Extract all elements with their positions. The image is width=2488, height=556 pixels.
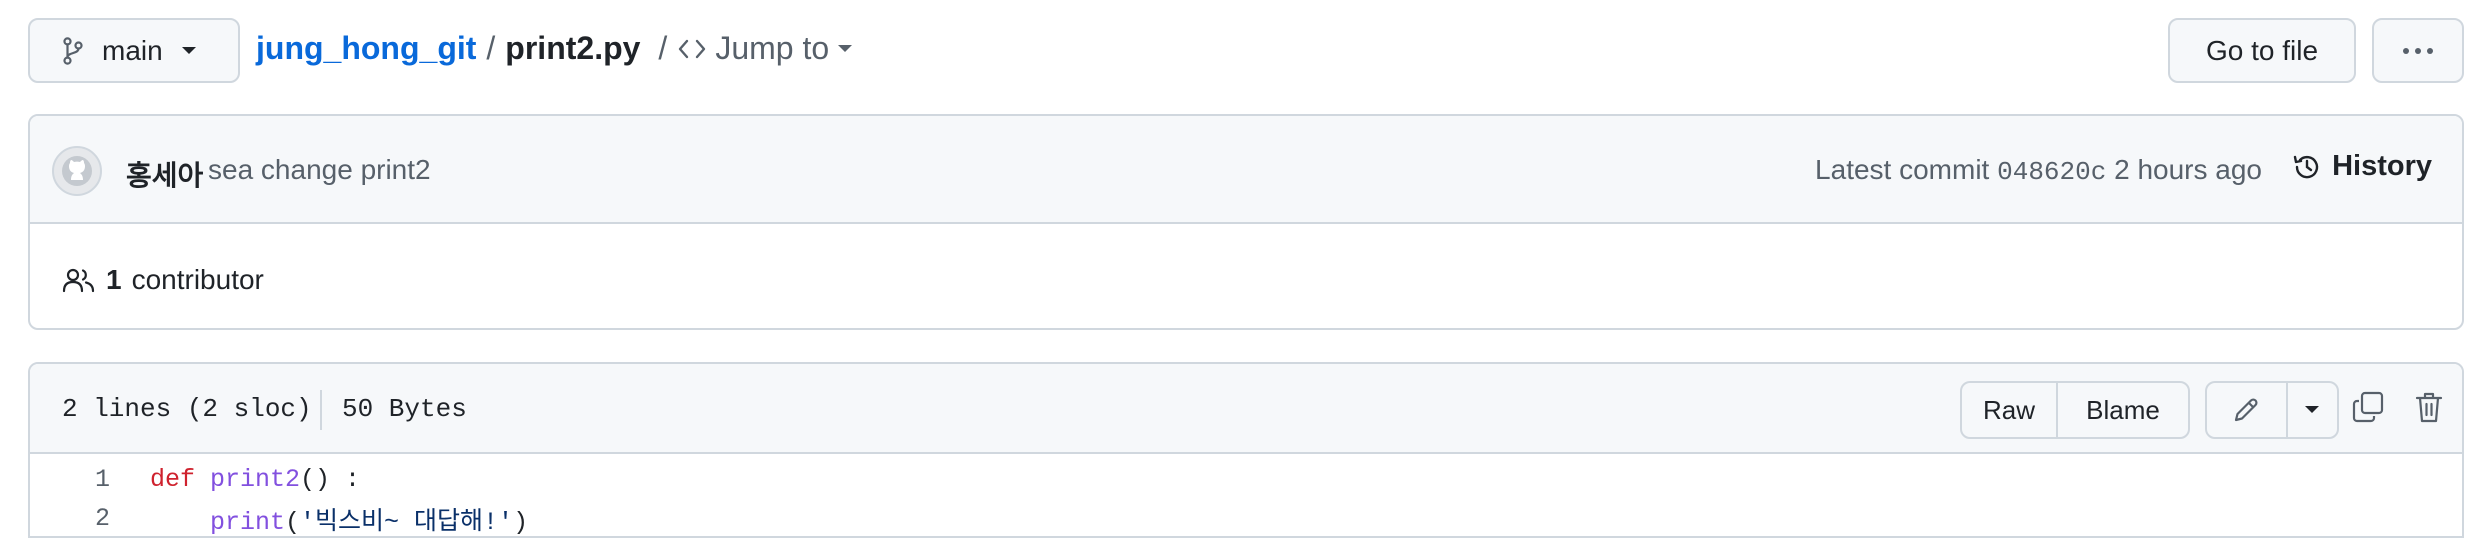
jump-to-button[interactable]: Jump to xyxy=(677,30,853,67)
string-token: '빅스비~ 대답해!' xyxy=(300,507,514,537)
branch-label: main xyxy=(102,34,163,66)
punctuation-token: () : xyxy=(300,465,361,494)
latest-commit-bar: 홍세아 sea change print2 Latest commit 0486… xyxy=(30,116,2462,224)
contributor-label: contributor xyxy=(131,264,264,295)
go-to-file-button[interactable]: Go to file xyxy=(2168,18,2356,83)
caret-down-icon xyxy=(837,44,853,54)
divider xyxy=(320,390,322,430)
edit-group xyxy=(2205,381,2339,439)
commit-box: 홍세아 sea change print2 Latest commit 0486… xyxy=(28,114,2464,330)
punctuation-token: ) xyxy=(513,507,529,537)
file-size: 50 Bytes xyxy=(342,394,467,424)
history-icon xyxy=(2292,152,2322,182)
keyword-token: def xyxy=(150,465,196,494)
code-line: 1 def print2() : xyxy=(30,460,2462,499)
jump-to-label: Jump to xyxy=(715,30,830,66)
code-icon xyxy=(677,37,707,61)
caret-down-icon xyxy=(2304,405,2320,415)
caret-down-icon xyxy=(181,46,197,56)
code-text: def print2() : xyxy=(150,465,360,494)
file-name: print2.py xyxy=(505,30,641,66)
pencil-icon xyxy=(2231,395,2261,425)
history-link[interactable]: History xyxy=(2292,150,2432,183)
copy-icon[interactable] xyxy=(2351,390,2385,424)
latest-commit-label: Latest commit xyxy=(1815,154,1990,185)
line-number[interactable]: 1 xyxy=(30,465,110,494)
breadcrumb-separator-2: / xyxy=(658,30,668,66)
function-token: print2 xyxy=(195,465,301,494)
file-header: 2 lines (2 sloc) 50 Bytes Raw Blame xyxy=(30,364,2462,454)
raw-blame-group: Raw Blame xyxy=(1960,381,2190,439)
commit-author[interactable]: 홍세아 xyxy=(126,154,203,194)
code-text: print('빅스비~ 대답해!') xyxy=(150,501,528,537)
code-line: 2 print('빅스비~ 대답해!') xyxy=(30,499,2462,537)
commit-sha[interactable]: 048620c xyxy=(1997,157,2106,187)
commit-meta: Latest commit 048620c 2 hours ago xyxy=(1815,154,2262,187)
raw-button[interactable]: Raw xyxy=(1962,383,2058,437)
contributors-row[interactable]: 1 contributor xyxy=(62,264,264,296)
edit-options-dropdown[interactable] xyxy=(2288,383,2337,437)
avatar[interactable] xyxy=(52,146,102,196)
blame-button[interactable]: Blame xyxy=(2058,383,2188,437)
history-label: History xyxy=(2332,150,2432,182)
function-token: print xyxy=(210,507,286,537)
commit-message[interactable]: sea change print2 xyxy=(208,154,431,186)
kebab-horizontal-icon xyxy=(2401,47,2435,55)
contributor-count: 1 xyxy=(106,264,122,295)
people-icon xyxy=(62,266,96,294)
file-line-count: 2 lines (2 sloc) xyxy=(62,394,312,424)
git-branch-icon xyxy=(62,36,84,65)
branch-select-button[interactable]: main xyxy=(28,18,240,83)
code-view: 1 def print2() : 2 print('빅스비~ 대답해!') xyxy=(30,454,2462,537)
file-box: 2 lines (2 sloc) 50 Bytes Raw Blame 1 de… xyxy=(28,362,2464,538)
commit-time: 2 hours ago xyxy=(2114,154,2262,185)
avatar-icon xyxy=(60,154,94,188)
edit-button[interactable] xyxy=(2207,383,2288,437)
breadcrumb-separator: / xyxy=(486,30,496,66)
trash-icon[interactable] xyxy=(2414,390,2444,424)
line-number[interactable]: 2 xyxy=(30,504,110,533)
repo-link[interactable]: jung_hong_git xyxy=(256,30,476,67)
more-options-button[interactable] xyxy=(2372,18,2464,83)
breadcrumb: jung_hong_git / print2.py / Jump to xyxy=(256,30,853,67)
punctuation-token: ( xyxy=(285,507,301,537)
